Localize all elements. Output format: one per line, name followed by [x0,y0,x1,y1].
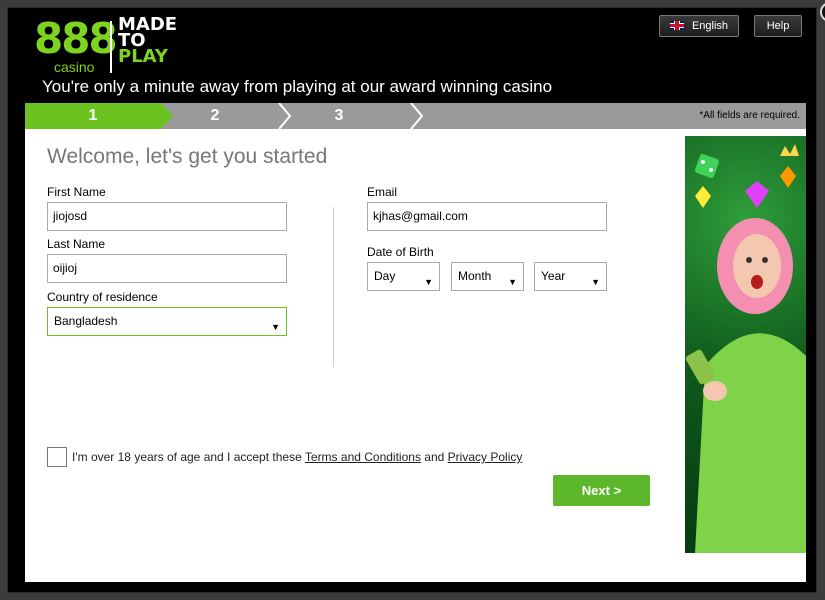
header-tagline: You're only a minute away from playing a… [42,77,553,96]
country-value: Bangladesh [54,314,118,328]
dob-label: Date of Birth [367,245,434,259]
form-panel: Welcome, let's get you started First Nam… [25,129,806,582]
first-name-field[interactable]: jiojosd [47,202,287,231]
step-separator-icon [410,103,423,129]
woman-figure [685,218,806,553]
chevron-down-icon: ▼ [591,277,600,287]
terms-prefix: I'm over 18 years of age and I accept th… [72,450,302,464]
step-2: 2 [210,107,220,124]
language-button[interactable]: English [659,15,739,37]
logo-divider [110,21,112,73]
step-1-arrow [161,103,173,129]
dob-day-select[interactable]: Day ▼ [367,262,440,291]
logo-casino: casino [54,59,95,75]
dob-month-value: Month [458,269,492,283]
step-separator-icon [278,103,291,129]
crown-icon [780,144,799,156]
promo-illustration [685,144,806,553]
required-note: *All fields are required. [699,110,800,121]
help-label: Help [766,20,790,32]
language-label: English [691,20,729,32]
country-select[interactable]: Bangladesh ▼ [47,307,287,336]
age-terms-checkbox[interactable] [47,447,67,467]
next-button[interactable]: Next > [553,475,650,506]
email-field[interactable]: kjhas@gmail.com [367,202,607,231]
terms-text: I'm over 18 years of age and I accept th… [72,450,522,464]
step-1: 1 [25,103,161,129]
step-3: 3 [334,107,344,124]
uk-flag-icon [669,21,684,30]
first-name-label: First Name [47,185,106,199]
chevron-down-icon: ▼ [271,322,280,332]
last-name-field[interactable]: oijioj [47,254,287,283]
chevron-down-icon: ▼ [424,277,433,287]
logo-number: 888 [34,14,118,63]
privacy-link[interactable]: Privacy Policy [448,450,523,464]
help-button[interactable]: Help [754,15,802,37]
last-name-label: Last Name [47,237,106,251]
logo-tagline: MADE TO PLAY [118,16,177,67]
dice-icon [695,154,719,178]
terms-and: and [424,450,445,464]
step-progress-bar: 1 2 3 *All fields are required. [25,103,806,129]
dob-year-select[interactable]: Year ▼ [534,262,607,291]
dob-day-value: Day [374,269,396,283]
chevron-down-icon: ▼ [508,277,517,287]
dob-year-value: Year [541,269,566,283]
column-divider [333,207,334,367]
brand-logo: 888 casino MADE TO PLAY [34,14,184,79]
welcome-heading: Welcome, let's get you started [47,145,328,168]
logo-tag-play: PLAY [118,46,168,67]
terms-link[interactable]: Terms and Conditions [305,450,421,464]
promo-banner [685,136,806,553]
email-label: Email [367,185,398,199]
country-label: Country of residence [47,290,158,304]
registration-modal: × 888 casino MADE TO PLAY You're only a … [7,2,825,593]
dob-month-select[interactable]: Month ▼ [451,262,524,291]
